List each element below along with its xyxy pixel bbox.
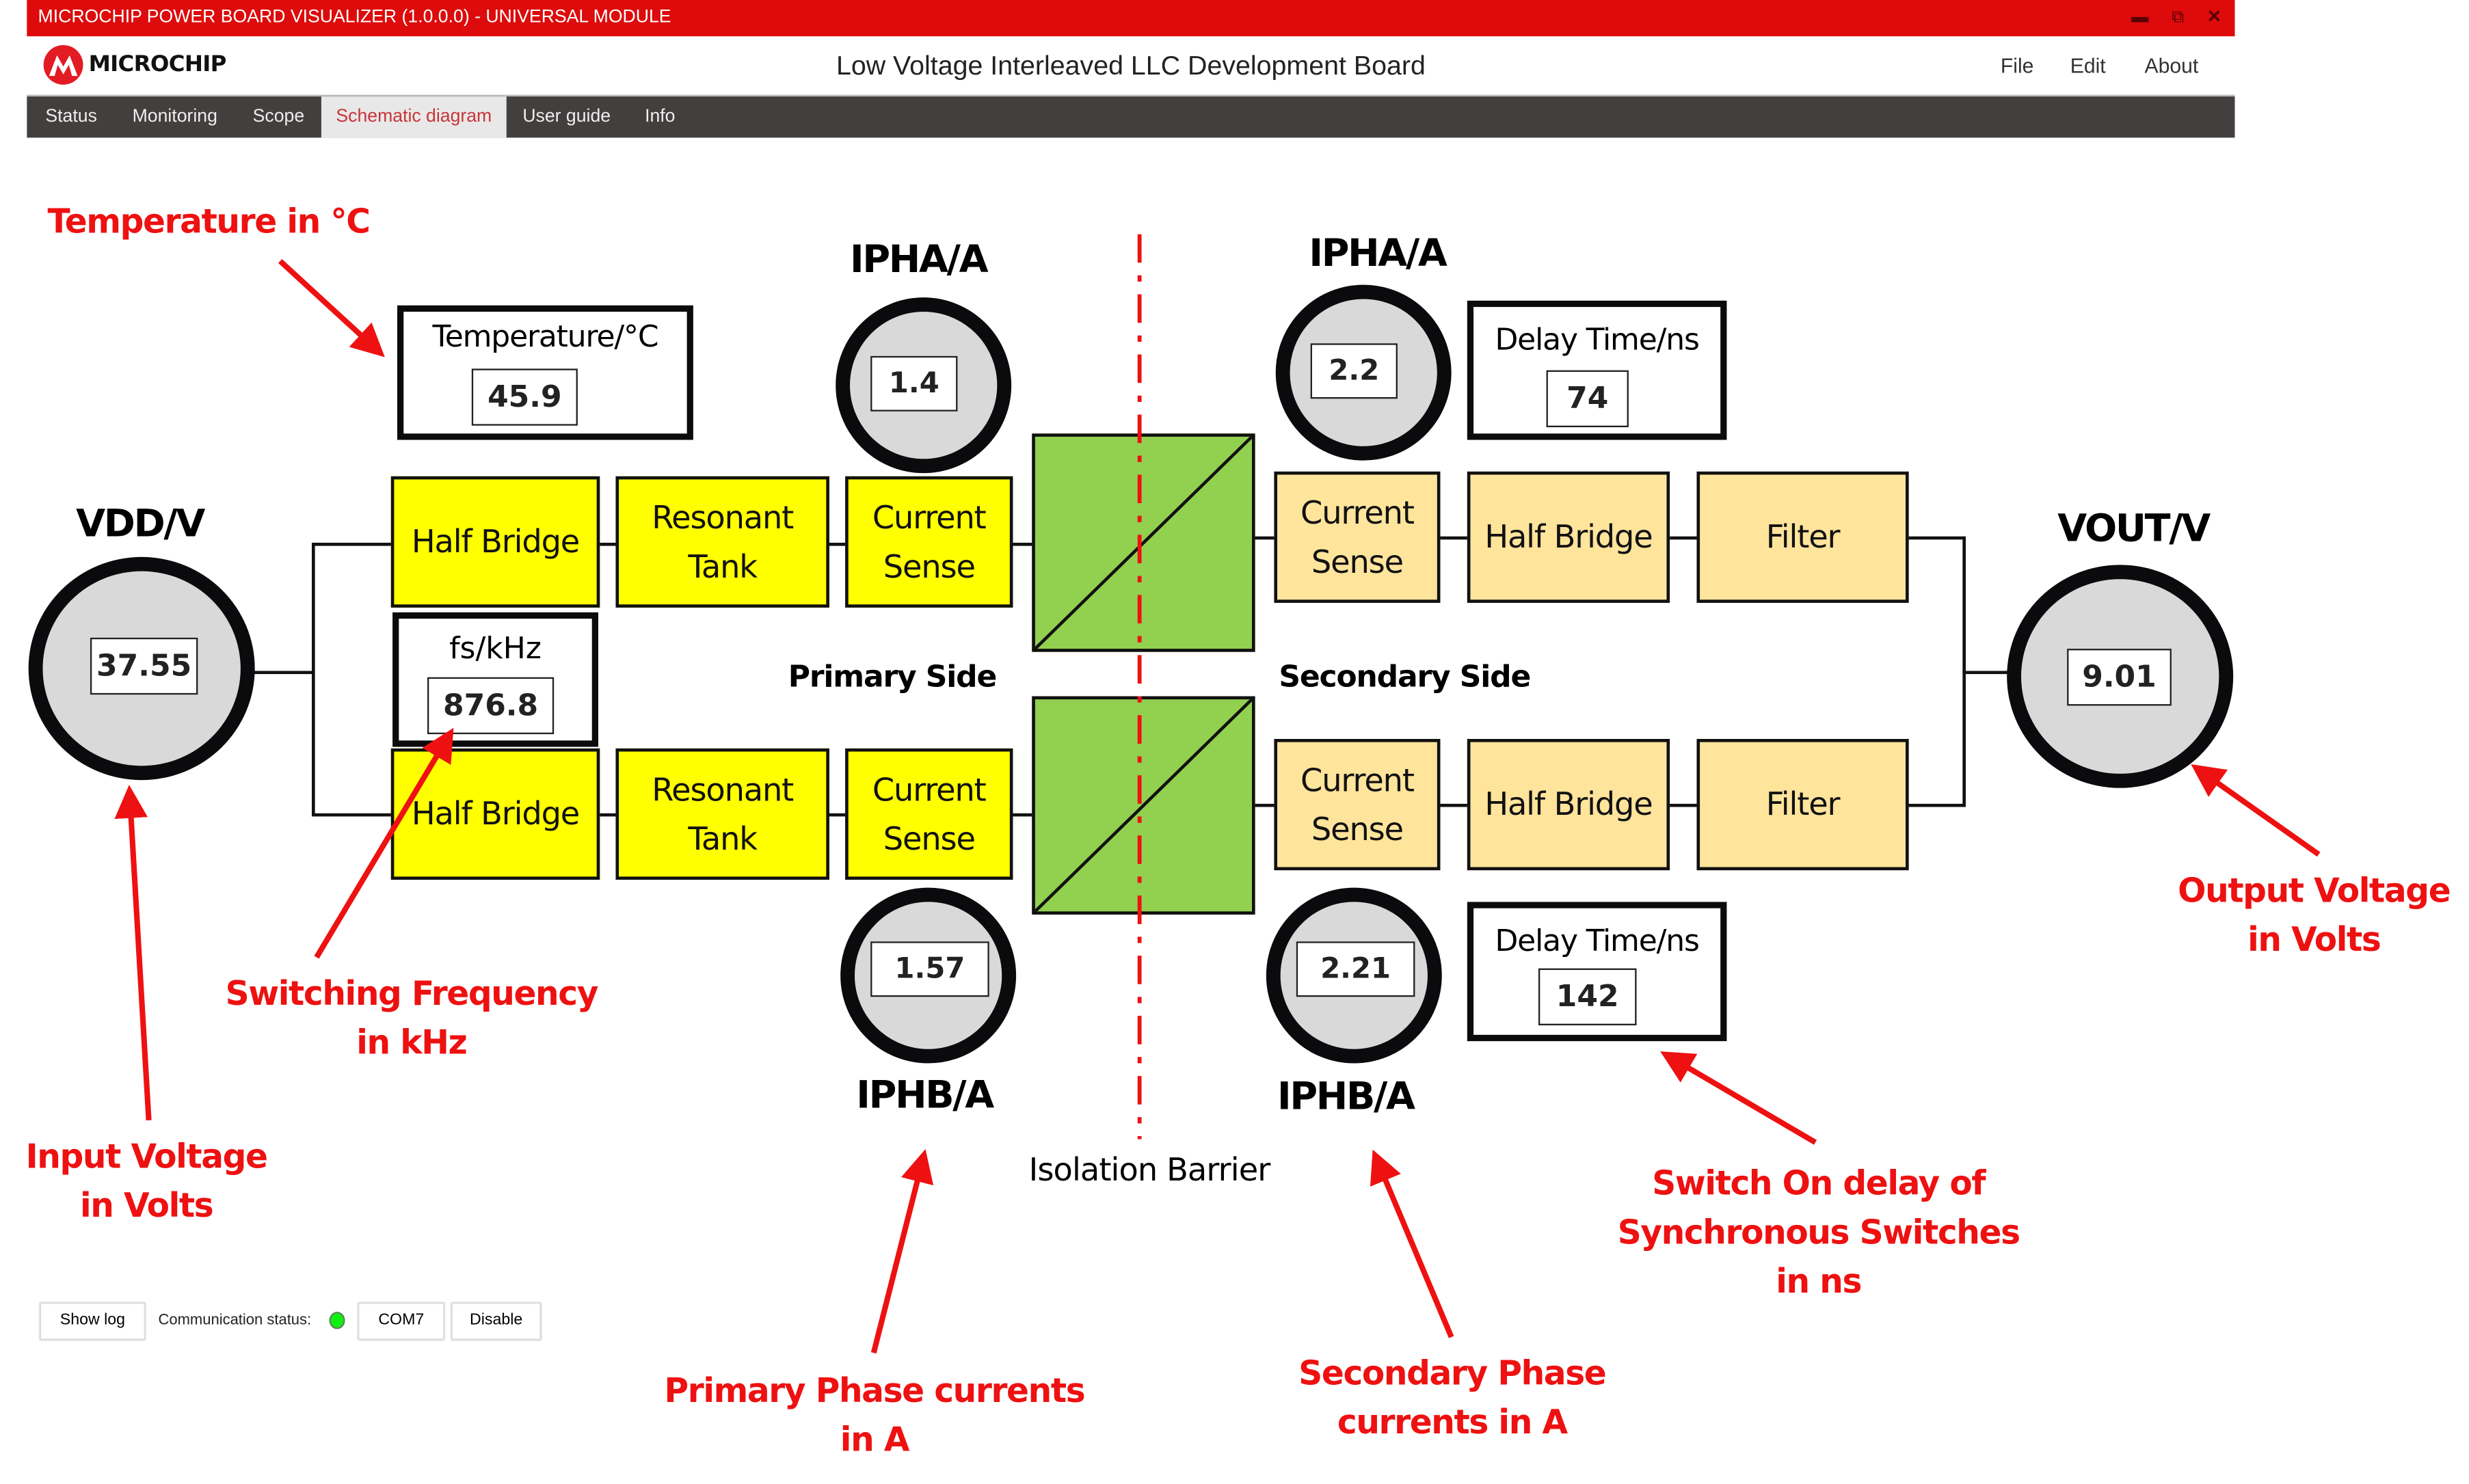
arrow-input-voltage: [114, 785, 152, 1121]
annotation-arrows: [114, 258, 2321, 1354]
communication-status-led-icon: [329, 1311, 345, 1330]
arrow-switch-delay: [1660, 1051, 1817, 1145]
app-window: MICROCHIP POWER BOARD VISUALIZER (1.0.0.…: [0, 0, 2469, 1484]
arrow-primary-currents: [870, 1149, 934, 1354]
communication-status-label: Communication status:: [158, 1311, 312, 1330]
show-log-button[interactable]: Show log: [39, 1302, 146, 1340]
arrow-output-voltage: [2191, 764, 2321, 857]
arrow-temperature: [278, 258, 385, 357]
disable-button[interactable]: Disable: [451, 1302, 542, 1340]
com-port-button[interactable]: COM7: [358, 1302, 445, 1340]
arrow-switching-frequency: [314, 727, 454, 959]
arrow-secondary-currents: [1370, 1149, 1454, 1338]
